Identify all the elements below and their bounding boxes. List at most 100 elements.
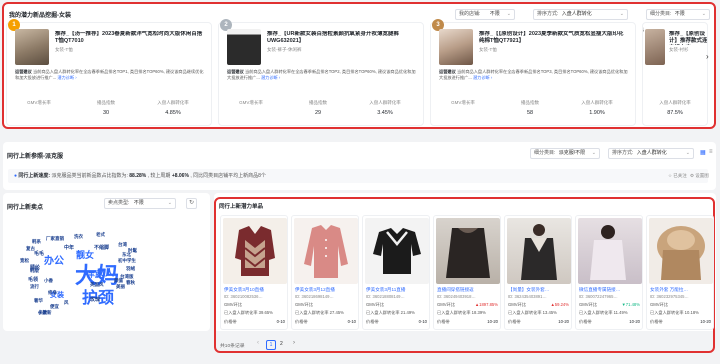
product-title[interactable]: 推荐_【原创设计】推荐款式连衣裙上衣QT7809】 — [669, 31, 707, 45]
price-label: 价格带 — [437, 319, 450, 324]
metric-label: 入盘人群转化率 — [157, 100, 189, 105]
product-title[interactable]: 推荐_【【原创设计】2023夏季新款女气质宽松显瘦大版印花纯棉T恤QT7921】 — [479, 31, 629, 45]
product-name[interactable]: 伊美女装3月12直播 — [295, 287, 358, 293]
diagnose-link[interactable]: 潜力诊断 › — [473, 75, 492, 80]
trend-text: 派克服品类当前新品数占比指数为: — [51, 173, 128, 179]
keyword-38[interactable]: 英国风 — [90, 282, 104, 288]
product-name[interactable]: 女装外套 万能拉… — [650, 287, 713, 293]
refresh-icon[interactable]: ↻ — [186, 198, 197, 209]
gmv-row: GMV环比 ▲59.24% — [508, 302, 571, 308]
sort-filter[interactable]: 排序方式: 入盘人群转化 ⌄ — [533, 9, 628, 20]
subcategory-filter[interactable]: 细分类目: 派克服/不限 ⌄ — [530, 148, 600, 159]
metric-value: 3.45% — [377, 110, 393, 116]
product-name[interactable]: 微信直播专属链接… — [579, 287, 642, 293]
product-image — [507, 218, 571, 284]
settings-link[interactable]: ⚙ 设置图 — [690, 173, 709, 179]
sort-filter-label: 排序方式: — [537, 11, 559, 17]
product-card[interactable]: 伊美女装3月12直播 ID: 360218698149… GMV环比 已入盘人群… — [291, 215, 359, 330]
keyword-35[interactable]: 长款 — [38, 310, 47, 316]
product-card[interactable]: 女装外套 万能拉… ID: 360232975345… GMV环比 已入盘人群转… — [646, 215, 714, 330]
keyword-12[interactable]: 中年 — [64, 244, 74, 251]
product-card[interactable]: 微信直播专属链接… ID: 360072247965… GMV环比 ▼71.48%… — [575, 215, 643, 330]
product-thumbnail — [645, 29, 665, 65]
store-filter[interactable]: 我的店铺: 不限 ⌄ — [455, 9, 515, 20]
metric-label: 播品指数 — [309, 100, 327, 105]
follow-link[interactable]: ☆ 已关注 — [668, 173, 687, 179]
gmv-row: GMV环比 ▼71.48% — [579, 302, 642, 308]
keyword-13[interactable]: 玫瑰 — [90, 296, 100, 303]
keyword-10[interactable]: 毛领 — [28, 276, 38, 283]
keyword-14[interactable]: 厂家直销 — [46, 236, 64, 242]
keyword-3[interactable]: 办公 — [44, 252, 64, 267]
keyword-34[interactable]: 风 — [64, 300, 69, 306]
strategy-text: 当前商品入盘人群转化率在全店春季新品排名TOP2, 类目排名TOP60%, 建议… — [227, 69, 416, 80]
price-value: 10-20 — [700, 319, 711, 324]
keyword-15[interactable]: 韩系 — [32, 239, 41, 245]
keyword-19[interactable]: 时髦 — [128, 248, 137, 254]
keyword-32[interactable]: 奢华 — [34, 298, 43, 304]
category-filter[interactable]: 细分类目: 不限 ⌄ — [646, 9, 710, 20]
price-label: 价格带 — [295, 319, 308, 324]
keyword-20[interactable]: 台湾 — [118, 242, 127, 248]
keyword-17[interactable]: 老式 — [96, 232, 105, 238]
price-label: 价格带 — [224, 319, 237, 324]
keyword-25[interactable]: 宽松 — [20, 258, 29, 264]
product-card[interactable]: 伊美女装3月11直播 ID: 360218808149… GMV环比 已入盘人群… — [362, 215, 430, 330]
keyword-27[interactable]: 韩版 — [30, 268, 39, 274]
strategy-label: 运营建议 — [15, 69, 32, 74]
keyword-33[interactable]: 小香 — [44, 278, 53, 284]
keyword-4[interactable]: 靓女 — [76, 248, 94, 261]
keyword-31[interactable]: 修身 — [48, 290, 57, 296]
product-image — [365, 218, 429, 284]
product-title[interactable]: 推荐_【UR新款女装百搭粒素颜抗氧紧身开衩薄宽腿裤UWG632021】 — [267, 31, 417, 45]
keyword-6[interactable]: 羊皮 — [88, 270, 102, 280]
conversion-row: 已入盘人群转化率 13.45% — [508, 310, 557, 315]
metric-value: 58 — [526, 110, 534, 116]
keyword-9[interactable]: 毛毛 — [34, 250, 44, 257]
price-value: 0-10 — [276, 319, 285, 324]
keyword-8[interactable]: 不缩脚 — [94, 244, 109, 251]
keyword-26[interactable]: 复古 — [26, 246, 35, 252]
product-card[interactable]: 【尚量】女装外套… ID: 362435403891… GMV环比 ▲59.24%… — [504, 215, 572, 330]
product-name[interactable]: 伊美女装3月11直播 — [366, 287, 429, 293]
follow-link-label: 已关注 — [673, 173, 687, 178]
trend-change: +8.06% — [171, 173, 189, 179]
keyword-28[interactable]: 流行 — [30, 284, 39, 290]
list-view-icon[interactable]: ≡ — [709, 149, 713, 155]
keyword-24[interactable]: 初中学生 — [118, 258, 136, 264]
product-id: ID: 360249403918… — [437, 294, 476, 299]
product-title[interactable]: 推荐_【汤一推荐】2023春夏新款洋气宽松时尚大版休闲百搭T恤QT7010 — [55, 31, 205, 45]
keyword-16[interactable]: 洗衣 — [74, 234, 83, 240]
price-row: 价格带 10-20 — [437, 319, 500, 325]
diagnose-link[interactable]: 潜力诊断 › — [261, 75, 280, 80]
keyword-36[interactable]: 春秋 — [126, 280, 135, 286]
chevron-down-icon: ⌄ — [591, 150, 596, 156]
product-id: ID: 362435403891… — [508, 294, 547, 299]
keyword-21[interactable]: 羽绒 — [126, 266, 135, 272]
chevron-down-icon: ⌄ — [701, 11, 706, 17]
product-card[interactable]: 直播间穿搭链接返 ID: 360249403918… GMV环比 ▲1897.85… — [433, 215, 501, 330]
product-name[interactable]: 【尚量】女装外套… — [508, 287, 571, 293]
product-name[interactable]: 直播间穿搭链接返 — [437, 287, 500, 293]
gmv-row: GMV环比 — [295, 302, 358, 308]
product-name[interactable]: 伊美女装3月10直播 — [224, 287, 287, 293]
gmv-row: GMV环比 — [224, 302, 287, 308]
diagnose-link[interactable]: 潜力诊断 › — [57, 75, 76, 80]
chevron-right-icon[interactable]: › — [706, 52, 709, 61]
next-page-button[interactable]: › — [293, 340, 295, 346]
price-value: 10-20 — [558, 319, 569, 324]
page-1-button[interactable]: 1 — [266, 340, 276, 350]
keyword-30[interactable]: 便宜 — [50, 304, 59, 310]
section-title: 同行上新参照-派克服 — [7, 154, 63, 160]
page-2-button[interactable]: 2 — [280, 341, 283, 347]
product-id: ID: 360210082536… — [224, 294, 263, 299]
metric-label: GMV增长率 — [27, 100, 51, 105]
card-metrics: 入盘人群转化率 87.5% — [642, 100, 708, 124]
gmv-value: ▼71.48% — [621, 302, 640, 307]
prev-page-button[interactable]: ‹ — [257, 340, 259, 346]
selling-point-filter[interactable]: 卖点类型: 不限 ⌄ — [104, 198, 176, 209]
keyword-37[interactable]: 美丽 — [116, 284, 125, 290]
peer-sort-filter[interactable]: 排序方式: 入盘人群转化 ⌄ — [608, 148, 694, 159]
grid-view-icon[interactable]: ▦ — [700, 149, 706, 156]
product-card[interactable]: 伊美女装3月10直播 ID: 360210082536… GMV环比 已入盘人群… — [220, 215, 288, 330]
